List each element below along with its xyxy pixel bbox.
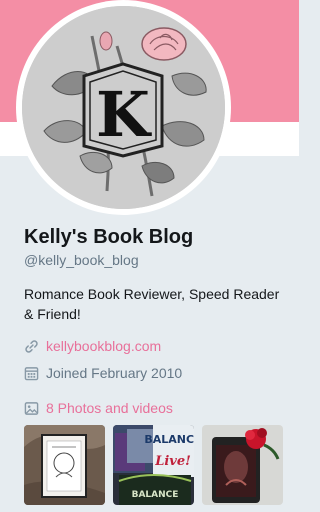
svg-text:BALANCE: BALANCE (132, 490, 179, 500)
photos-videos-label[interactable]: 8 Photos and videos (46, 400, 173, 416)
svg-text:BALANCE: BALANCE (144, 433, 194, 446)
profile-website: kellybookblog.com (24, 336, 161, 356)
calendar-icon (24, 366, 39, 381)
avatar-image: K (22, 6, 225, 209)
svg-text:Live!: Live! (154, 454, 191, 469)
profile-bio: Romance Book Reviewer, Speed Reader & Fr… (24, 286, 280, 322)
image-icon (24, 401, 39, 416)
media-thumbnail[interactable] (202, 425, 283, 505)
profile-name[interactable]: Kelly's Book Blog (24, 226, 193, 249)
link-icon (24, 339, 39, 354)
joined-date: Joined February 2010 (46, 365, 183, 381)
rose-monogram-logo: K (22, 6, 225, 209)
media-thumbnail[interactable]: BALANCE Live! BALANCE (113, 425, 194, 505)
svg-text:K: K (96, 78, 152, 151)
media-thumbnails: BALANCE Live! BALANCE (24, 425, 284, 505)
profile-joined: Joined February 2010 (24, 363, 182, 383)
photos-videos-link[interactable]: 8 Photos and videos (24, 398, 173, 418)
profile-handle[interactable]: @kelly_book_blog (24, 252, 139, 268)
avatar[interactable]: K (16, 0, 231, 215)
media-thumbnail[interactable] (24, 425, 105, 505)
website-link[interactable]: kellybookblog.com (46, 338, 161, 354)
